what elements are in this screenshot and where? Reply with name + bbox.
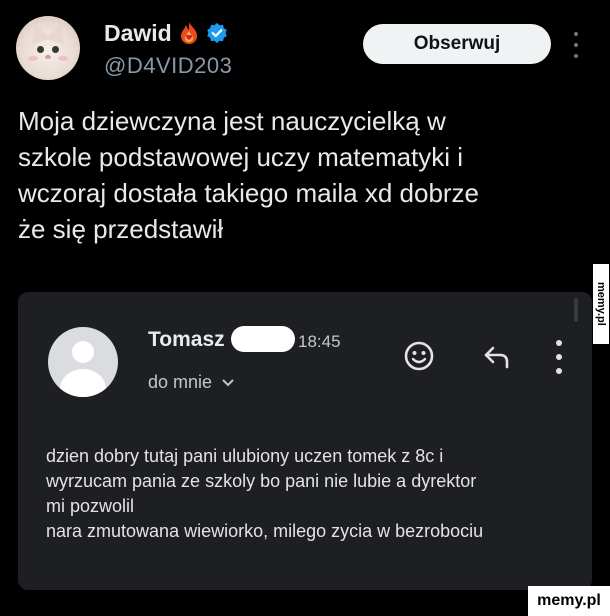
sender-avatar: [48, 327, 118, 397]
recipient-line: do mnie: [148, 372, 234, 393]
tweet-header: Dawid @D4VID203 Obserwuj: [0, 0, 610, 100]
author-display-name[interactable]: Dawid: [104, 20, 172, 47]
email-body: dzien dobry tutaj pani ulubiony uczen to…: [46, 446, 484, 541]
side-watermark: memy.pl: [593, 264, 609, 344]
emoji-icon: [404, 341, 434, 371]
bottom-watermark: memy.pl: [528, 586, 610, 616]
tweet-text: Moja dziewczyna jest nauczycielką w szko…: [18, 106, 480, 244]
recipient-label: do mnie: [148, 372, 213, 392]
reply-icon: [484, 346, 509, 369]
chevron-down-icon: [222, 379, 234, 386]
author-handle[interactable]: @D4VID203: [104, 53, 232, 79]
more-options-icon[interactable]: [568, 32, 584, 58]
redaction-blob: [231, 326, 295, 352]
author-avatar[interactable]: [16, 16, 80, 80]
scroll-handle: [574, 298, 578, 322]
email-more-icon: [554, 340, 564, 374]
verified-badge-icon: [206, 23, 227, 43]
email-time: 18:45: [298, 332, 341, 351]
follow-button[interactable]: Obserwuj: [363, 24, 551, 64]
email-screenshot: Tomasz 18:45 do mnie dzien dobry tutaj p…: [18, 292, 592, 590]
flame-heart-icon: [180, 22, 197, 44]
sender-name: Tomasz: [148, 328, 225, 351]
author-name-row: Dawid: [104, 18, 228, 48]
